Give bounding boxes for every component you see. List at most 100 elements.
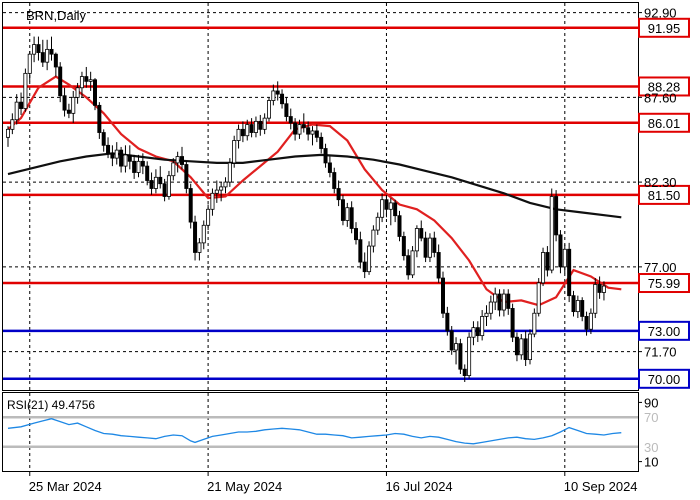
candle-body <box>319 136 324 149</box>
level-tag: 75.99 <box>638 273 690 294</box>
candle-body <box>297 124 302 135</box>
candle-body <box>262 117 267 130</box>
candle-body <box>393 202 398 217</box>
candle <box>188 183 193 229</box>
candle-body <box>240 128 245 137</box>
candle-body <box>558 234 563 268</box>
candle-body <box>179 156 184 165</box>
level-tag-label: 73.00 <box>648 324 681 339</box>
candle-body <box>471 327 476 338</box>
level-tag: 91.95 <box>638 17 690 38</box>
candle-body <box>140 160 145 167</box>
candle-body <box>45 48 50 63</box>
candle-body <box>332 172 337 189</box>
candle-body <box>427 237 432 258</box>
rsi-level-label: 70 <box>644 410 658 425</box>
candle <box>558 230 563 274</box>
candle-body <box>97 104 102 133</box>
candle-body <box>62 95 67 111</box>
candle <box>410 246 415 279</box>
candle-body <box>567 248 572 297</box>
candle-body <box>253 120 258 133</box>
candle-body <box>110 152 115 159</box>
candle-body <box>314 130 319 138</box>
candle <box>528 329 533 365</box>
candle-body <box>597 284 602 293</box>
candle-body <box>545 252 550 271</box>
date-tick-label: 25 Mar 2024 <box>29 479 102 494</box>
candle-body <box>293 122 298 135</box>
candle-body <box>532 312 537 335</box>
candle-body <box>188 188 193 223</box>
candle-body <box>184 164 189 189</box>
candle-body <box>562 248 567 268</box>
candle-body <box>480 316 485 337</box>
candle-body <box>219 186 224 191</box>
candle-body <box>36 44 41 53</box>
candle-body <box>432 237 437 253</box>
candle <box>367 241 372 275</box>
candle-body <box>258 120 263 130</box>
candle-body <box>71 96 76 114</box>
candle-body <box>6 128 11 138</box>
candle-body <box>136 160 141 173</box>
candle-body <box>127 154 132 162</box>
level-tag: 73.00 <box>638 320 690 341</box>
candle-body <box>175 156 180 164</box>
candle <box>23 68 28 112</box>
candle-body <box>501 293 506 311</box>
candle-body <box>375 216 380 231</box>
level-tag-label: 91.95 <box>648 21 681 36</box>
candle-body <box>497 293 502 311</box>
candle <box>93 78 98 111</box>
candle-body <box>93 79 98 106</box>
date-axis-ticks: 25 Mar 2024 21 May 2024 16 Jul 2024 10 Sep … <box>29 471 638 494</box>
candle-body <box>27 53 32 74</box>
main-panel-frame <box>2 2 639 391</box>
candle-body <box>149 180 154 189</box>
candle-body <box>493 293 498 303</box>
candle-body <box>541 252 546 284</box>
candle-body <box>162 183 167 197</box>
candle-body <box>601 285 606 293</box>
candle-body <box>145 165 150 181</box>
candle-body <box>171 162 176 177</box>
candle-body <box>88 79 93 82</box>
candle-body <box>410 250 415 276</box>
candle-body <box>75 87 80 98</box>
candle <box>266 97 271 122</box>
candle-body <box>358 239 363 263</box>
candle-body <box>153 176 158 189</box>
candle-body <box>284 103 289 117</box>
candle-body <box>301 124 306 129</box>
candle-body <box>232 140 237 164</box>
candle-body <box>123 154 128 167</box>
candle <box>397 210 402 242</box>
candle-body <box>506 293 511 309</box>
candle-body <box>380 199 385 218</box>
candle <box>440 271 445 319</box>
candle-body <box>488 301 493 314</box>
candle-body <box>458 343 463 370</box>
candle-body <box>32 44 37 55</box>
candle-body <box>245 124 250 137</box>
candle-body <box>406 255 411 276</box>
candle-body <box>575 300 580 313</box>
candle-body <box>288 116 293 124</box>
candle-body <box>310 130 315 135</box>
candle-body <box>306 127 311 135</box>
candle-body <box>271 90 276 101</box>
candle-body <box>414 228 419 252</box>
candle-body <box>362 261 367 273</box>
candle-body <box>214 189 219 194</box>
candle-body <box>132 160 137 173</box>
level-tag-label: 75.99 <box>648 276 681 291</box>
candle-body <box>475 327 480 337</box>
candle-body <box>14 101 19 121</box>
candle-body <box>384 199 389 210</box>
candle-body <box>106 144 111 154</box>
candle-body <box>84 76 89 82</box>
candle-body <box>336 188 341 201</box>
candle <box>536 278 541 317</box>
level-tag: 86.01 <box>638 112 690 133</box>
